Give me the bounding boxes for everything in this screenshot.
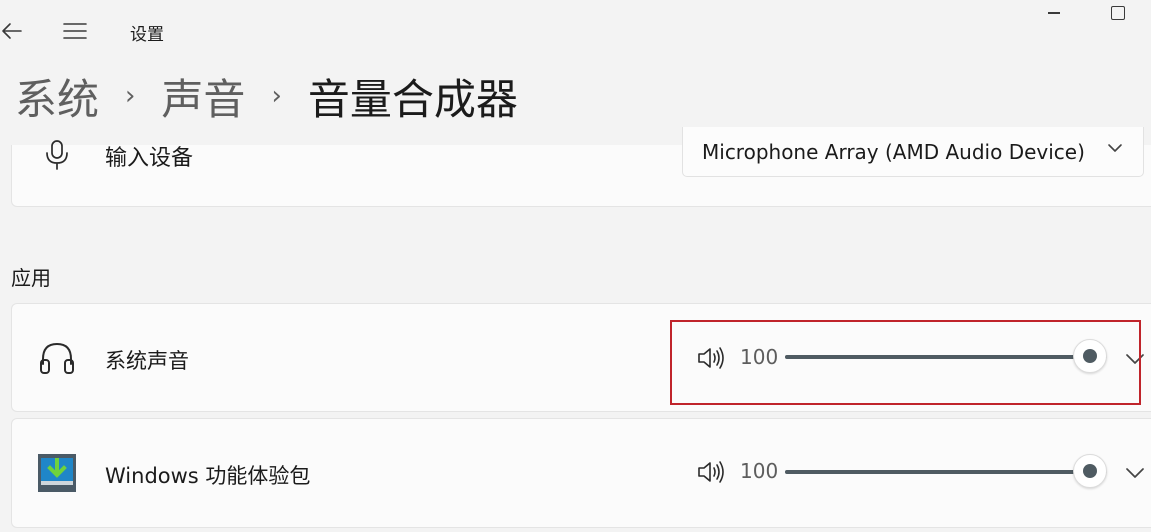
chevron-down-icon [1108,144,1122,152]
input-device-dropdown[interactable]: Microphone Array (AMD Audio Device) [682,127,1144,177]
page-title: 音量合成器 [307,74,518,124]
breadcrumb-separator: › [271,81,282,111]
headphones-icon [38,340,76,376]
volume-slider[interactable] [783,452,1107,492]
volume-value: 100 [740,459,779,483]
app-name-system-sounds: 系统声音 [105,349,189,373]
breadcrumb: 系统 › 声音 › 音量合成器 [15,64,518,128]
input-device-selected: Microphone Array (AMD Audio Device) [702,139,1085,164]
app-title: 设置 [130,25,164,45]
breadcrumb-item-sound[interactable]: 声音 [161,66,245,127]
apps-section-title: 应用 [11,266,51,290]
slider-fill [785,470,1090,474]
speaker-icon[interactable] [697,460,727,484]
back-button[interactable] [0,18,24,44]
breadcrumb-separator: › [125,81,136,111]
hamburger-menu-icon [63,23,87,39]
navigation-menu-button[interactable] [62,20,88,42]
minimize-button[interactable] [1045,6,1063,20]
expand-button[interactable] [1124,465,1146,479]
microphone-icon [43,140,71,170]
back-arrow-icon [2,23,22,39]
windows-feature-pack-icon [38,454,76,492]
app-name-windows-feature-pack: Windows 功能体验包 [105,464,311,488]
highlight-box [670,320,1141,405]
slider-thumb[interactable] [1073,454,1107,488]
chevron-down-icon [1126,468,1144,478]
breadcrumb-item-system[interactable]: 系统 [15,66,99,127]
input-device-label: 输入设备 [105,146,194,171]
maximize-button[interactable] [1111,6,1125,20]
